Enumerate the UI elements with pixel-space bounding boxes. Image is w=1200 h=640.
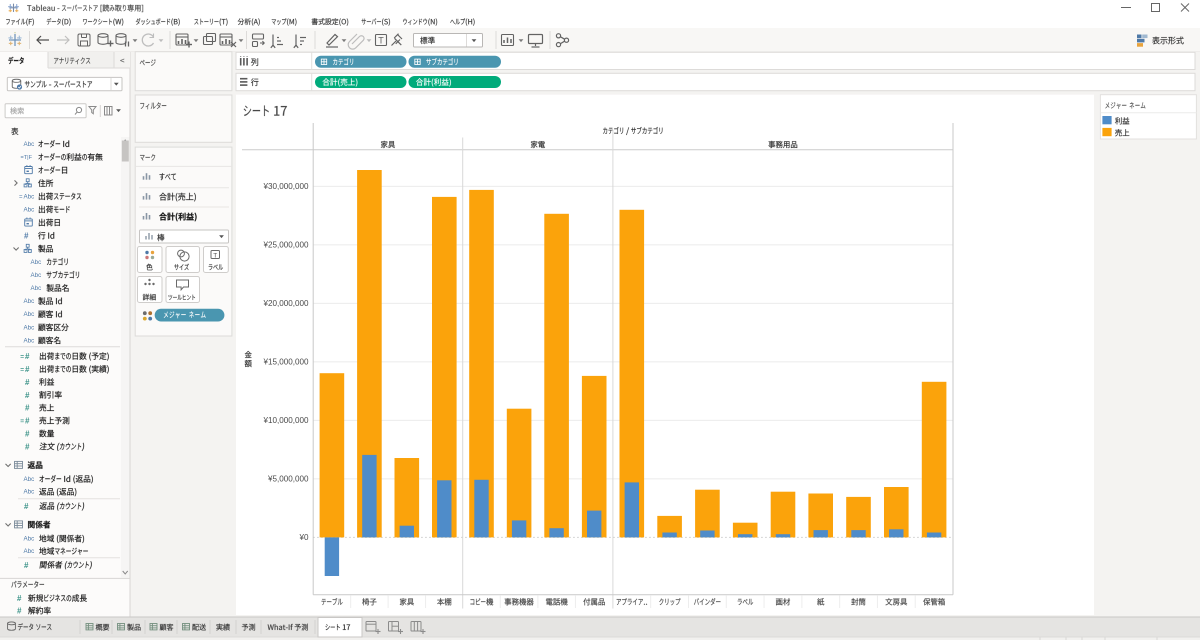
svg-text:=: = [19, 194, 23, 200]
svg-text:#: # [25, 391, 30, 400]
svg-text:#: # [24, 232, 29, 241]
svg-text:Abc: Abc [24, 141, 35, 148]
svg-text:=: = [20, 418, 24, 425]
svg-text:#: # [24, 561, 29, 570]
svg-text:¥25,000,000: ¥25,000,000 [262, 241, 309, 250]
svg-text:Abc: Abc [24, 536, 35, 543]
svg-text:#: # [24, 502, 29, 511]
svg-text:¥5,000,000: ¥5,000,000 [267, 475, 309, 484]
svg-text:Abc: Abc [24, 324, 35, 331]
svg-text:¥30,000,000: ¥30,000,000 [262, 182, 309, 191]
svg-text:#: # [17, 594, 22, 603]
svg-text:Abc: Abc [24, 489, 35, 496]
svg-text:T: T [213, 252, 217, 259]
svg-text:Abc: Abc [24, 337, 35, 344]
svg-text:#: # [25, 378, 30, 387]
svg-text:¥10,000,000: ¥10,000,000 [262, 416, 309, 425]
svg-text:#: # [17, 607, 22, 616]
svg-text:T: T [378, 36, 384, 46]
svg-text:#: # [25, 352, 30, 361]
svg-text:#: # [25, 365, 30, 374]
svg-text:Abc: Abc [24, 311, 35, 318]
svg-text:#: # [25, 404, 30, 413]
svg-text:Abc: Abc [24, 548, 35, 555]
svg-text:=: = [20, 366, 24, 373]
svg-text:¥15,000,000: ¥15,000,000 [262, 358, 309, 367]
svg-text:=: = [20, 354, 24, 361]
svg-text:Abc: Abc [24, 193, 35, 200]
svg-text:Abc: Abc [24, 206, 35, 213]
svg-text:#: # [25, 417, 30, 426]
svg-text:Abc: Abc [31, 272, 42, 279]
svg-text:#: # [25, 430, 30, 439]
svg-text:Abc: Abc [31, 259, 42, 266]
svg-text:=T|F: =T|F [21, 155, 33, 161]
svg-text:Abc: Abc [24, 298, 35, 305]
svg-text:¥0: ¥0 [298, 533, 309, 542]
svg-text:Abc: Abc [24, 476, 35, 483]
svg-text:Abc: Abc [31, 285, 42, 292]
svg-text:#: # [25, 442, 30, 451]
svg-text:¥20,000,000: ¥20,000,000 [262, 299, 309, 308]
